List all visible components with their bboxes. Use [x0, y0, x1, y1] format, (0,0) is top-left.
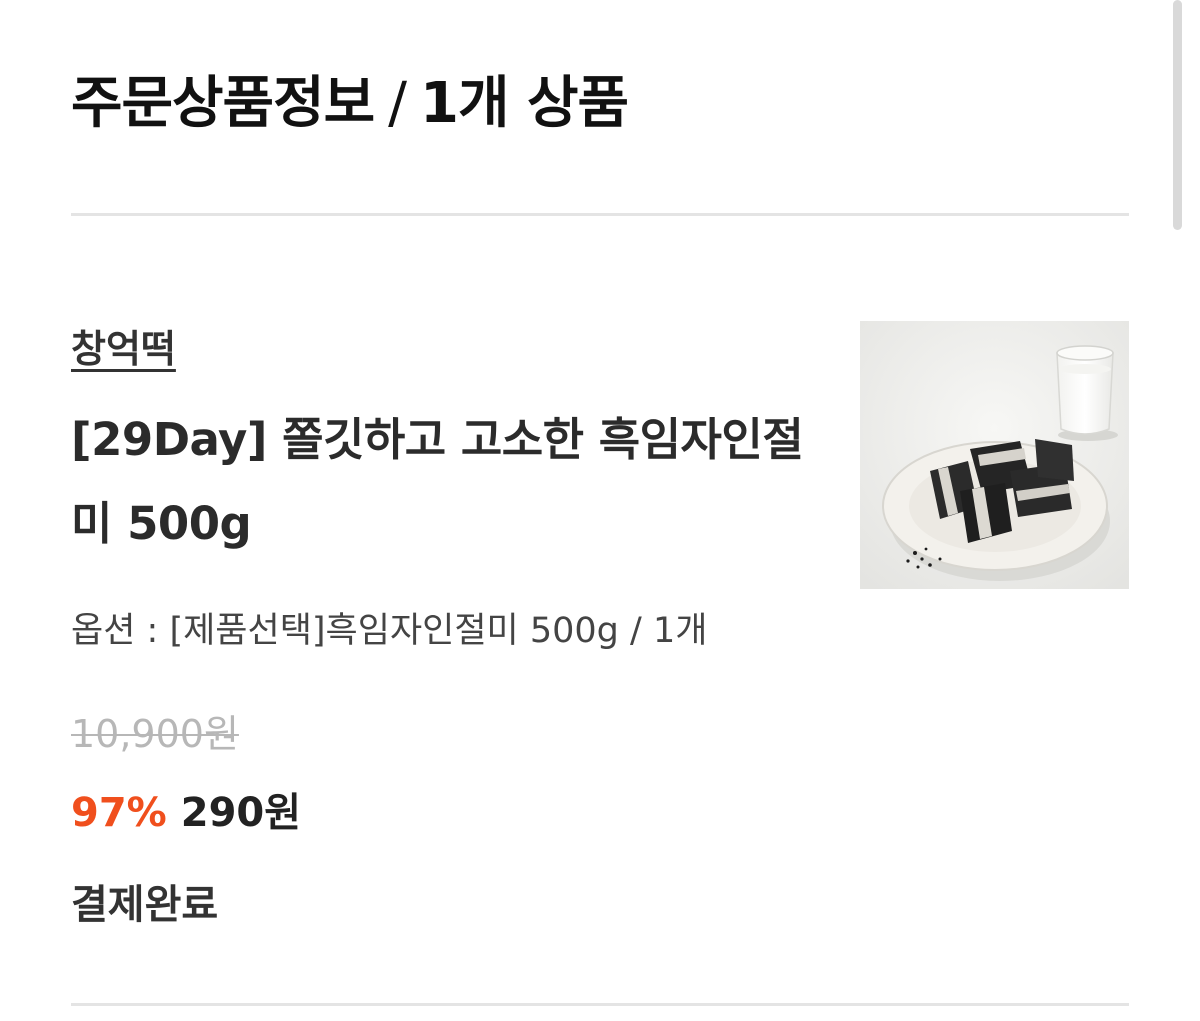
price-row: 97% 290원: [71, 780, 301, 838]
order-status: 결제완료: [71, 882, 219, 928]
product-title[interactable]: [29Day] 쫄깃하고 고소한 흑임자인절미 500g: [71, 398, 811, 566]
sale-price: 290원: [180, 790, 302, 836]
header-separator: /: [388, 71, 407, 136]
product-thumbnail[interactable]: [860, 321, 1129, 589]
top-divider: [71, 213, 1129, 216]
item-count: 1개 상품: [420, 71, 629, 136]
bottom-divider: [71, 1003, 1129, 1006]
section-title: 주문상품정보: [71, 71, 375, 136]
brand-link[interactable]: 창억떡: [71, 318, 176, 373]
product-option: 옵션 : [제품선택]흑임자인절미 500g / 1개: [71, 611, 708, 651]
scrollbar[interactable]: [1173, 0, 1182, 230]
discount-rate: 97%: [71, 790, 167, 836]
section-header: 주문상품정보/1개 상품: [71, 58, 629, 139]
original-price: 10,900원: [71, 712, 239, 756]
product-photo-icon: [860, 321, 1129, 589]
